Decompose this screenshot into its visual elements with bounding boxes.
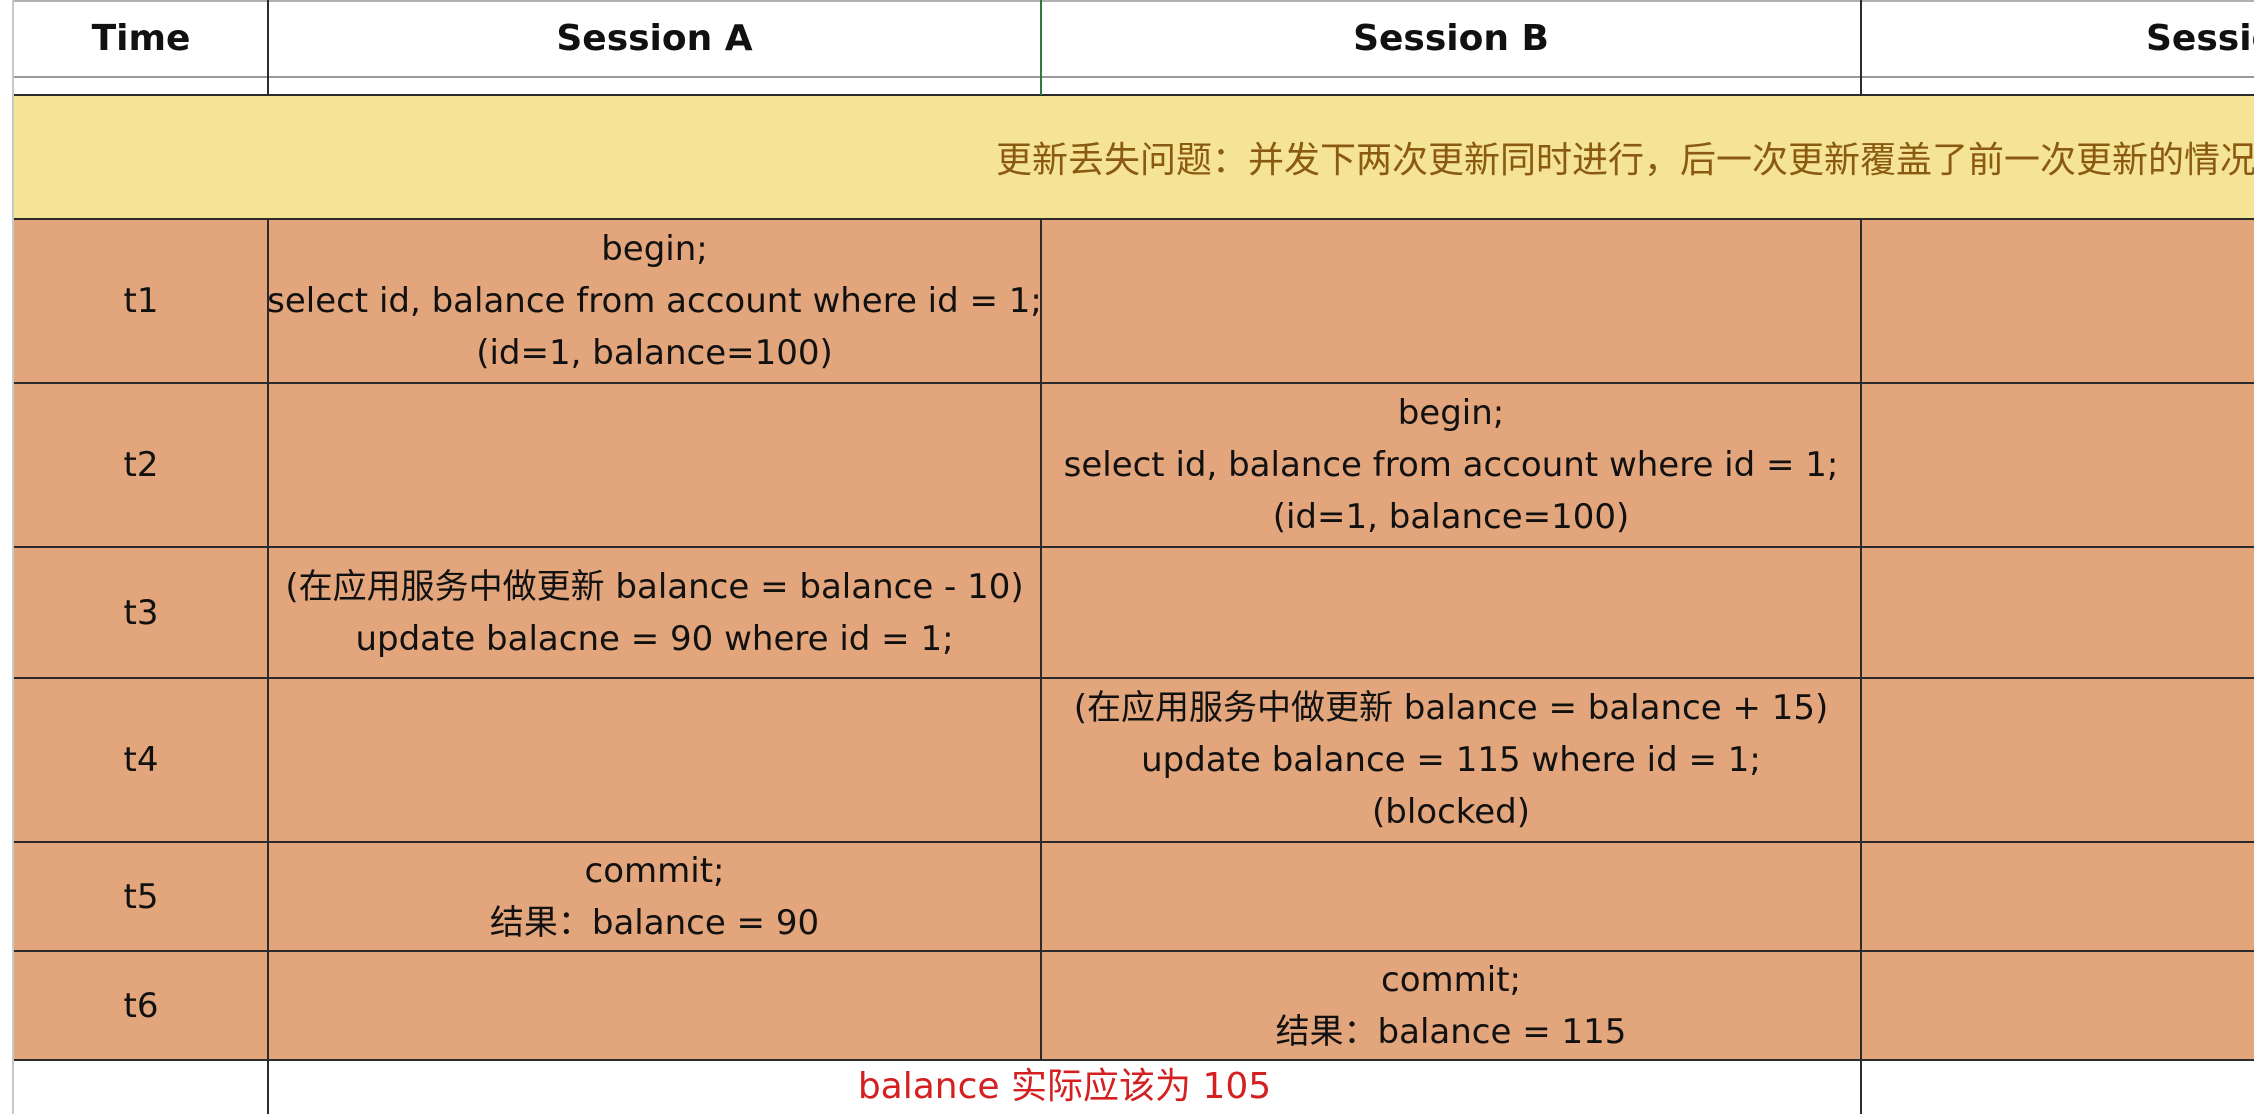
cell-line: begin; [601, 229, 708, 269]
session-c-cell-t2[interactable] [1861, 383, 2254, 547]
grid-line [14, 950, 2254, 952]
session-a-cell-t2[interactable] [268, 383, 1041, 547]
session-b-cell-t1[interactable] [1041, 219, 1861, 383]
grid-line [14, 677, 2254, 679]
cell-line: commit; [1381, 959, 1521, 1000]
footer-note-cell[interactable]: balance 实际应该为 105 [268, 1060, 1861, 1114]
session-a-cell-t3[interactable]: (在应用服务中做更新 balance = balance - 10) updat… [268, 547, 1041, 678]
cell-line: 结果：balance = 115 [1275, 1011, 1627, 1052]
session-b-cell-t5[interactable] [1041, 842, 1861, 951]
time-cell-t1[interactable]: t1 [14, 219, 268, 383]
cell-line: (id=1, balance=100) [1272, 497, 1630, 537]
session-b-cell-t4[interactable]: (在应用服务中做更新 balance = balance + 15) updat… [1041, 678, 1861, 842]
session-c-cell-t4[interactable] [1861, 678, 2254, 842]
grid-line [1040, 218, 1042, 1060]
grid-line [14, 841, 2254, 843]
spacer-row[interactable] [14, 78, 2254, 94]
session-c-cell-t1[interactable] [1861, 219, 2254, 383]
cell-line: select id, balance from account where id… [1063, 445, 1839, 485]
session-a-cell-t6[interactable] [268, 951, 1041, 1060]
banner-text: 更新丢失问题：并发下两次更新同时进行，后一次更新覆盖了前一次更新的情况 [995, 140, 2254, 181]
grid-line [14, 382, 2254, 384]
session-b-cell-t6[interactable]: commit; 结果：balance = 115 [1041, 951, 1861, 1060]
session-b-cell-t2[interactable]: begin; select id, balance from account w… [1041, 383, 1861, 547]
cell-line: 结果：balance = 90 [489, 902, 820, 943]
grid-line [1860, 0, 1862, 95]
session-b-cell-t3[interactable] [1041, 547, 1861, 678]
cell-line: (id=1, balance=100) [476, 333, 833, 373]
grid-line [14, 1059, 2254, 1061]
footer-time-cell[interactable] [14, 1060, 268, 1114]
result-note: balance 实际应该为 105 [857, 1066, 1272, 1107]
session-c-cell-t5[interactable] [1861, 842, 2254, 951]
session-c-cell-t3[interactable] [1861, 547, 2254, 678]
row-gutter [0, 0, 14, 1114]
grid-line [14, 94, 2254, 96]
grid-line [1040, 0, 1042, 95]
cell-line: update balacne = 90 where id = 1; [355, 618, 954, 659]
session-a-cell-t4[interactable] [268, 678, 1041, 842]
session-a-cell-t1[interactable]: begin; select id, balance from account w… [267, 219, 1042, 383]
grid-line [1860, 218, 1862, 1114]
session-c-cell-t6[interactable] [1861, 951, 2254, 1060]
header-session-c[interactable]: Sessio [1861, 2, 2254, 76]
session-a-cell-t5[interactable]: commit; 结果：balance = 90 [268, 842, 1041, 951]
time-cell-t2[interactable]: t2 [14, 383, 268, 547]
time-cell-t6[interactable]: t6 [14, 951, 268, 1060]
cell-line: update balance = 115 where id = 1; [1141, 740, 1761, 780]
cell-line: select id, balance from account where id… [267, 281, 1042, 321]
footer-session-c-cell[interactable] [1861, 1060, 2254, 1114]
time-cell-t4[interactable]: t4 [14, 678, 268, 842]
cell-line: begin; [1397, 393, 1505, 433]
grid-line [267, 218, 269, 1114]
spreadsheet-grid: Time Session A Session B Sessio 更新丢失问题：并… [0, 0, 2254, 1114]
cell-line: (blocked) [1371, 792, 1531, 832]
cell-line: (在应用服务中做更新 balance = balance - 10) [285, 566, 1024, 607]
time-cell-t5[interactable]: t5 [14, 842, 268, 951]
grid-line [14, 546, 2254, 548]
grid-line [267, 0, 269, 95]
header-session-a[interactable]: Session A [268, 2, 1041, 76]
header-time[interactable]: Time [14, 2, 268, 76]
cell-line: commit; [584, 850, 725, 891]
header-session-b[interactable]: Session B [1041, 2, 1861, 76]
cell-line: (在应用服务中做更新 balance = balance + 15) [1073, 688, 1829, 728]
grid-line [14, 76, 2254, 78]
grid-line [14, 218, 2254, 220]
banner-cell[interactable]: 更新丢失问题：并发下两次更新同时进行，后一次更新覆盖了前一次更新的情况 [14, 95, 2254, 219]
time-cell-t3[interactable]: t3 [14, 547, 268, 678]
